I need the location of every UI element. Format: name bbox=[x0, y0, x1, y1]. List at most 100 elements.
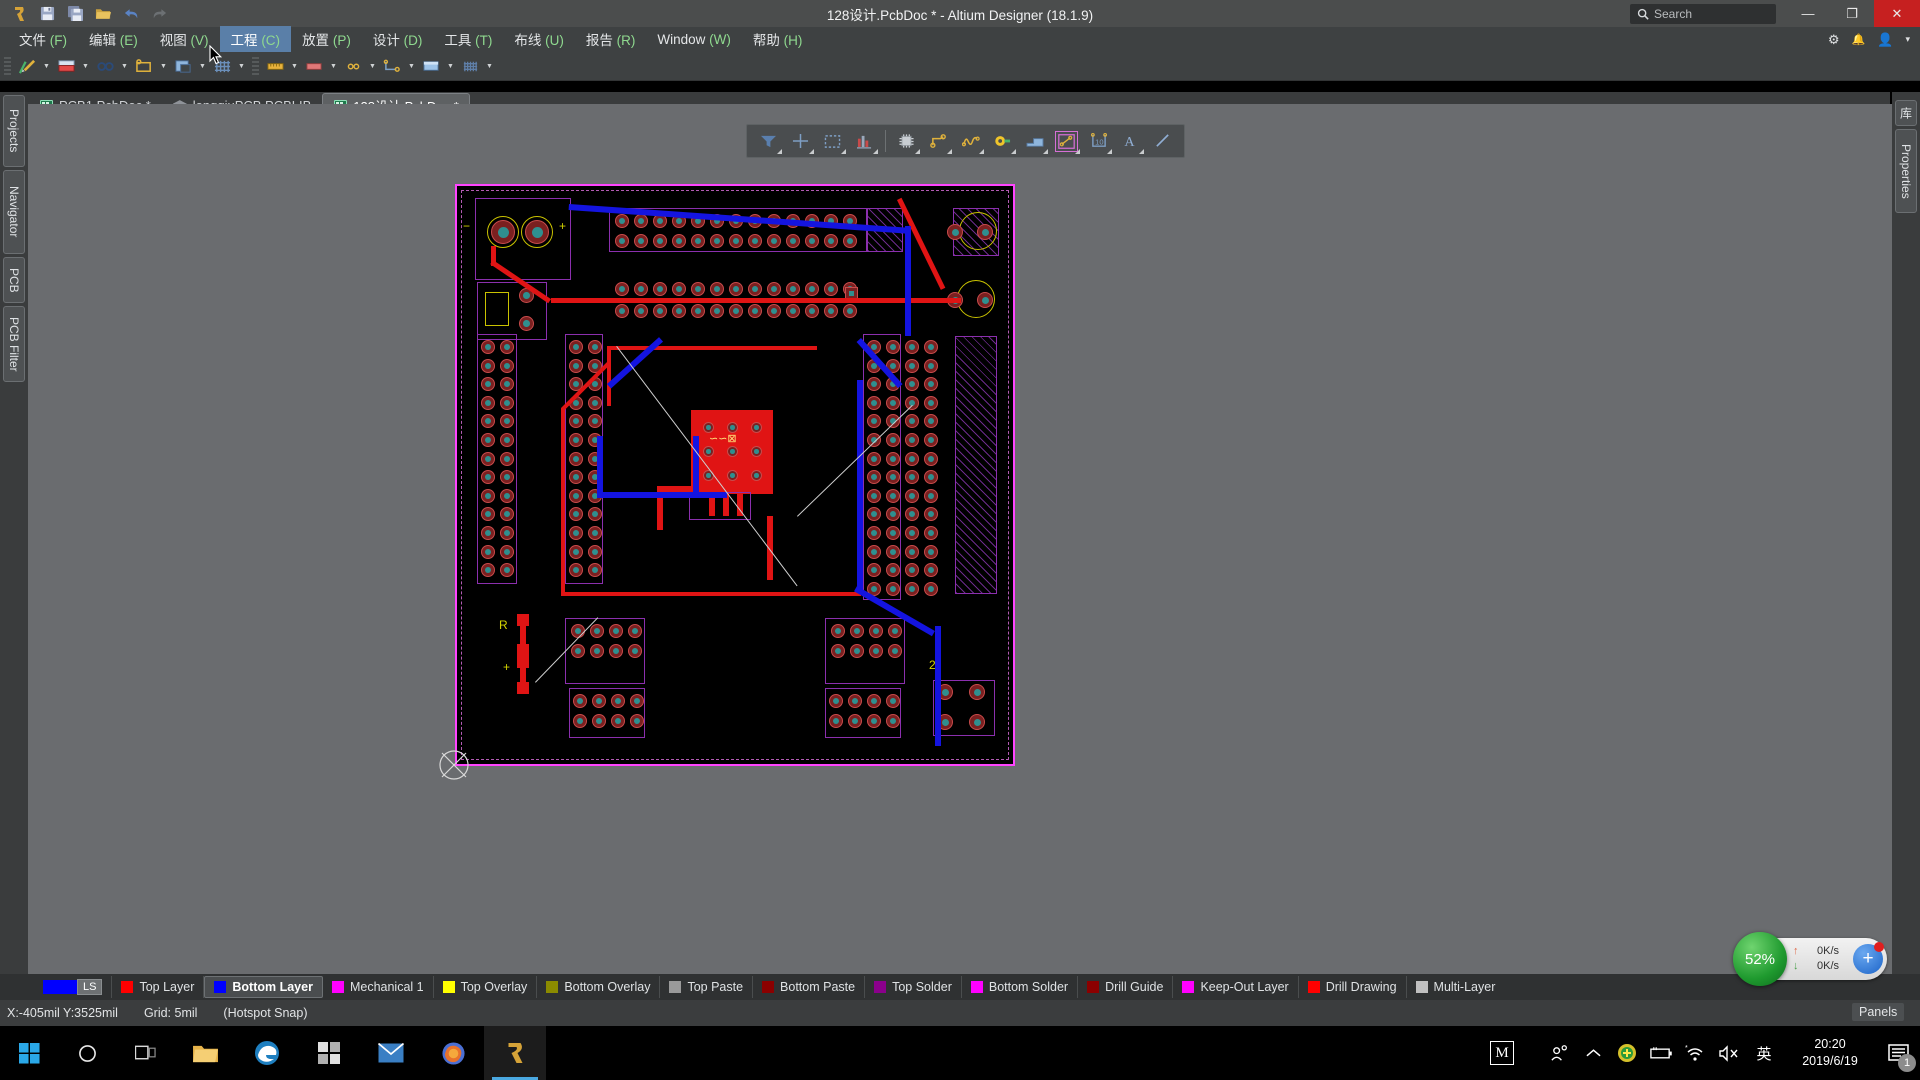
menu-edit[interactable]: 编辑 (E) bbox=[78, 26, 149, 53]
layer-top-overlay[interactable]: Top Overlay bbox=[434, 976, 538, 998]
network-speed-widget[interactable]: 52% ↑ 0K/s ↓ 0K/s + bbox=[1733, 932, 1887, 986]
panel-tab-pcb-filter[interactable]: PCB Filter bbox=[3, 306, 25, 382]
close-button[interactable]: ✕ bbox=[1874, 0, 1920, 27]
panel-tab-pcb[interactable]: PCB bbox=[3, 257, 25, 303]
place-line-icon[interactable] bbox=[1147, 127, 1178, 155]
security-shield-icon[interactable] bbox=[1610, 1026, 1644, 1080]
place-dimension-icon[interactable] bbox=[131, 55, 157, 78]
toolbar-place-component[interactable]: ▼ bbox=[53, 55, 92, 78]
pcb-board-outline[interactable]: − + ∽∽⊠ 2 R + bbox=[439, 184, 1015, 780]
menu-help[interactable]: 帮助 (H) bbox=[742, 26, 814, 53]
layer-top-solder[interactable]: Top Solder bbox=[865, 976, 962, 998]
taskbar-firefox[interactable] bbox=[422, 1026, 484, 1080]
mesh-grid-icon[interactable] bbox=[457, 55, 483, 78]
toolbar-mesh-grid[interactable]: ▼ bbox=[457, 55, 496, 78]
wifi-icon[interactable]: * bbox=[1678, 1026, 1712, 1080]
menu-window[interactable]: Window (W) bbox=[646, 29, 742, 51]
ime-language-icon[interactable]: 英 bbox=[1746, 1026, 1782, 1080]
chevron-down-icon[interactable]: ▼ bbox=[157, 55, 170, 78]
net-icon[interactable] bbox=[379, 55, 405, 78]
filter-icon[interactable] bbox=[753, 127, 784, 155]
chevron-down-icon[interactable]: ▼ bbox=[118, 55, 131, 78]
layer-mechanical-1[interactable]: Mechanical 1 bbox=[323, 976, 434, 998]
marquee-select-icon[interactable] bbox=[817, 127, 848, 155]
panel-tab-properties[interactable]: Properties bbox=[1895, 129, 1917, 213]
menu-file[interactable]: 文件 (F) bbox=[8, 26, 78, 53]
save-all-icon[interactable] bbox=[62, 3, 88, 25]
toolbar-interactive-routing[interactable]: ▼ bbox=[14, 55, 53, 78]
start-button[interactable] bbox=[0, 1026, 58, 1080]
chevron-down-icon[interactable]: ▼ bbox=[483, 55, 496, 78]
room-icon[interactable] bbox=[418, 55, 444, 78]
show-hidden-icons-icon[interactable] bbox=[1576, 1026, 1610, 1080]
taskbar-altium-designer[interactable] bbox=[484, 1026, 546, 1080]
volume-muted-icon[interactable] bbox=[1712, 1026, 1746, 1080]
chevron-down-icon[interactable]: ▼ bbox=[366, 55, 379, 78]
place-string-icon[interactable]: A bbox=[1115, 127, 1146, 155]
panel-tab-library[interactable]: 库 bbox=[1895, 100, 1917, 126]
toolbar-place-polygon[interactable]: ▼ bbox=[170, 55, 209, 78]
arc-route-icon[interactable] bbox=[955, 127, 986, 155]
cortana-search-button[interactable] bbox=[58, 1026, 116, 1080]
layer-bottom-layer[interactable]: Bottom Layer bbox=[204, 976, 323, 998]
toolbar-grip[interactable] bbox=[4, 57, 11, 75]
chevron-down-icon[interactable]: ▼ bbox=[327, 55, 340, 78]
toolbar-pad[interactable]: ▼ bbox=[340, 55, 379, 78]
toolbar-ruler[interactable]: ▼ bbox=[262, 55, 301, 78]
chevron-down-icon[interactable]: ▼ bbox=[235, 55, 248, 78]
pcb-canvas[interactable]: 10 A − + ∽∽⊠ 2 R + bbox=[28, 104, 1892, 974]
toolbar-place-via[interactable]: ▼ bbox=[92, 55, 131, 78]
undo-icon[interactable] bbox=[118, 3, 144, 25]
menu-tools[interactable]: 工具 (T) bbox=[433, 26, 503, 53]
search-input[interactable]: Search bbox=[1630, 3, 1776, 24]
altium-logo-icon[interactable] bbox=[6, 3, 32, 25]
open-folder-icon[interactable] bbox=[90, 3, 116, 25]
crosshair-select-icon[interactable] bbox=[785, 127, 816, 155]
place-via-icon[interactable] bbox=[92, 55, 118, 78]
component-chip-icon[interactable] bbox=[891, 127, 922, 155]
settings-gear-icon[interactable]: ⚙ bbox=[1828, 32, 1840, 48]
chevron-down-icon[interactable]: ▼ bbox=[196, 55, 209, 78]
layer-multi-layer[interactable]: Multi-Layer bbox=[1407, 976, 1505, 998]
notification-center-button[interactable]: 1 bbox=[1878, 1026, 1920, 1080]
restore-button[interactable]: ❐ bbox=[1830, 0, 1874, 27]
chevron-down-icon[interactable]: ▼ bbox=[444, 55, 457, 78]
layer-bottom-paste[interactable]: Bottom Paste bbox=[753, 976, 866, 998]
layer-bottom-solder[interactable]: Bottom Solder bbox=[962, 976, 1079, 998]
menu-place[interactable]: 放置 (P) bbox=[291, 26, 362, 53]
notifications-bell-icon[interactable]: 🔔 bbox=[1852, 33, 1866, 46]
menu-design[interactable]: 设计 (D) bbox=[362, 26, 434, 53]
chevron-down-icon[interactable]: ▼ bbox=[79, 55, 92, 78]
task-view-button[interactable] bbox=[116, 1026, 174, 1080]
place-polygon-icon[interactable] bbox=[170, 55, 196, 78]
chevron-down-icon[interactable]: ▼ bbox=[405, 55, 418, 78]
user-account-icon[interactable]: 👤 bbox=[1877, 32, 1893, 48]
menu-project[interactable]: 工程 (C) bbox=[219, 26, 292, 53]
taskbar-clock[interactable]: 20:20 2019/6/19 bbox=[1782, 1036, 1878, 1070]
layer-top-paste[interactable]: Top Paste bbox=[660, 976, 754, 998]
dimension-tool-icon[interactable] bbox=[1051, 127, 1082, 155]
toolbar-net[interactable]: ▼ bbox=[379, 55, 418, 78]
place-pad-icon[interactable] bbox=[987, 127, 1018, 155]
taskbar-edge-browser[interactable] bbox=[236, 1026, 298, 1080]
coordinate-icon[interactable]: 10 bbox=[1083, 127, 1114, 155]
place-fill-icon[interactable] bbox=[1019, 127, 1050, 155]
toolbar-place-dimension[interactable]: ▼ bbox=[131, 55, 170, 78]
pad-icon[interactable] bbox=[340, 55, 366, 78]
expand-widget-button[interactable]: + bbox=[1853, 942, 1884, 974]
cpu-usage-indicator[interactable]: 52% bbox=[1733, 932, 1787, 986]
panel-tab-navigator[interactable]: Navigator bbox=[3, 170, 25, 254]
layer-drill-guide[interactable]: Drill Guide bbox=[1078, 976, 1174, 998]
route-trace-icon[interactable] bbox=[923, 127, 954, 155]
layer-keep-out[interactable]: Keep-Out Layer bbox=[1173, 976, 1299, 998]
layer-drill-drawing[interactable]: Drill Drawing bbox=[1299, 976, 1407, 998]
battery-icon[interactable] bbox=[1644, 1026, 1678, 1080]
layer-ls[interactable]: LS bbox=[34, 976, 113, 998]
ruler-icon[interactable] bbox=[262, 55, 288, 78]
place-component-icon[interactable] bbox=[53, 55, 79, 78]
panels-button[interactable]: Panels bbox=[1852, 1003, 1905, 1021]
chevron-down-icon[interactable]: ▾ bbox=[1905, 34, 1910, 45]
contacts-icon[interactable] bbox=[1542, 1026, 1576, 1080]
layer-bottom-overlay[interactable]: Bottom Overlay bbox=[537, 976, 661, 998]
toolbar-room[interactable]: ▼ bbox=[418, 55, 457, 78]
